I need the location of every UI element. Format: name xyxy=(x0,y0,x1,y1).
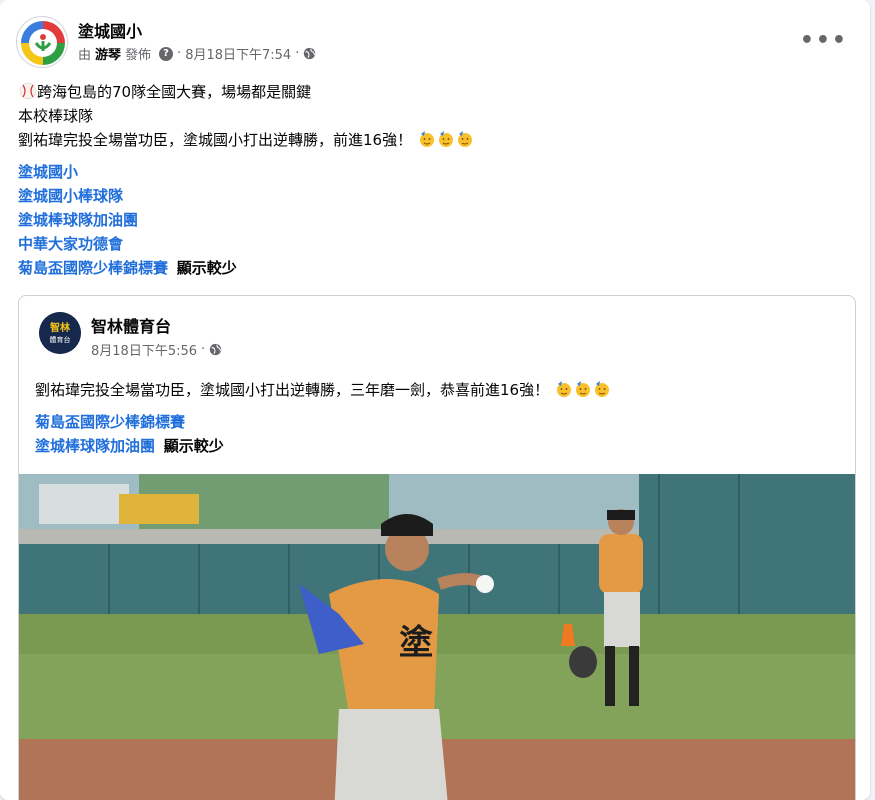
party-face-emoji xyxy=(575,381,590,397)
baseball-emoji xyxy=(19,82,37,100)
page-avatar[interactable] xyxy=(16,16,68,68)
meta-dot-2: · xyxy=(295,46,300,61)
party-face-emoji xyxy=(457,131,472,147)
hashtag-link[interactable]: 菊島盃國際少棒錦標賽 xyxy=(18,259,168,277)
meta-dot: · xyxy=(177,46,182,61)
post-tags: 塗城國小 塗城國小棒球隊 塗城棒球隊加油團 中華大家功德會 菊島盃國際少棒錦標賽… xyxy=(18,160,237,280)
jersey-letter: 塗 xyxy=(399,623,433,663)
party-face-emoji xyxy=(419,131,434,147)
more-options-button[interactable]: ••• xyxy=(800,28,848,53)
hashtag-link[interactable]: 塗城國小 xyxy=(18,160,237,184)
shared-page-name[interactable]: 智林體育台 xyxy=(91,313,171,337)
hashtag-link[interactable]: 中華大家功德會 xyxy=(18,232,237,256)
shared-page-avatar[interactable]: 智林 體育台 xyxy=(39,312,81,354)
by-prefix: 由 xyxy=(78,48,92,63)
hashtag-link[interactable]: 菊島盃國際少棒錦標賽 xyxy=(35,410,224,434)
shared-show-less-button[interactable]: 顯示較少 xyxy=(164,437,224,455)
hashtag-link[interactable]: 塗城國小棒球隊 xyxy=(18,184,237,208)
shared-avatar-text-2: 體育台 xyxy=(50,335,71,344)
baseball-photo[interactable]: 塗 xyxy=(19,474,855,800)
post-text-line-3: 劉祐瑋完投全場當功臣，塗城國小打出逆轉勝，前進16強！ xyxy=(18,131,413,149)
published-label: 發佈 xyxy=(125,48,152,63)
party-face-emoji xyxy=(438,131,453,147)
shared-post-text-content: 劉祐瑋完投全場當功臣，塗城國小打出逆轉勝，三年磨一劍，恭喜前進16強！ xyxy=(35,381,550,399)
emoji-group xyxy=(417,131,474,149)
shared-post[interactable]: 智林 體育台 智林體育台 8月18日下午5:56 · 劉祐瑋完投全場當功臣，塗城… xyxy=(18,295,856,800)
shared-post-text: 劉祐瑋完投全場當功臣，塗城國小打出逆轉勝，三年磨一劍，恭喜前進16強！ xyxy=(35,378,611,402)
hashtag-link[interactable]: 塗城棒球隊加油團 xyxy=(18,208,237,232)
hashtag-link[interactable]: 塗城棒球隊加油團 xyxy=(35,437,155,455)
party-face-emoji xyxy=(556,381,571,397)
post-card: 塗城國小 由 游琴 發佈 ? · 8月18日下午7:54 · ••• 跨海包島的… xyxy=(0,0,870,800)
shared-tags: 菊島盃國際少棒錦標賽 塗城棒球隊加油團 顯示較少 xyxy=(35,410,224,458)
emoji-group xyxy=(554,381,611,399)
shared-timestamp[interactable]: 8月18日下午5:56 xyxy=(91,340,197,359)
post-text-line-2: 本校棒球隊 xyxy=(18,107,94,125)
post-timestamp[interactable]: 8月18日下午7:54 xyxy=(185,44,291,63)
globe-icon xyxy=(209,343,222,356)
shared-avatar-text-1: 智林 xyxy=(50,321,71,334)
post-meta: 由 游琴 發佈 ? · 8月18日下午7:54 · xyxy=(78,44,316,63)
help-icon[interactable]: ? xyxy=(159,46,174,61)
shared-meta: 8月18日下午5:56 · xyxy=(91,340,222,359)
post-body: 跨海包島的70隊全國大賽，場場都是關鍵 本校棒球隊 劉祐瑋完投全場當功臣，塗城國… xyxy=(18,80,474,152)
author-name[interactable]: 游琴 xyxy=(95,44,121,63)
page-name[interactable]: 塗城國小 xyxy=(78,18,142,42)
globe-icon xyxy=(304,47,316,60)
show-less-button[interactable]: 顯示較少 xyxy=(177,259,237,277)
post-text-line-1: 跨海包島的70隊全國大賽，場場都是關鍵 xyxy=(37,83,312,101)
shared-meta-dot: · xyxy=(201,342,206,357)
party-face-emoji xyxy=(594,381,609,397)
